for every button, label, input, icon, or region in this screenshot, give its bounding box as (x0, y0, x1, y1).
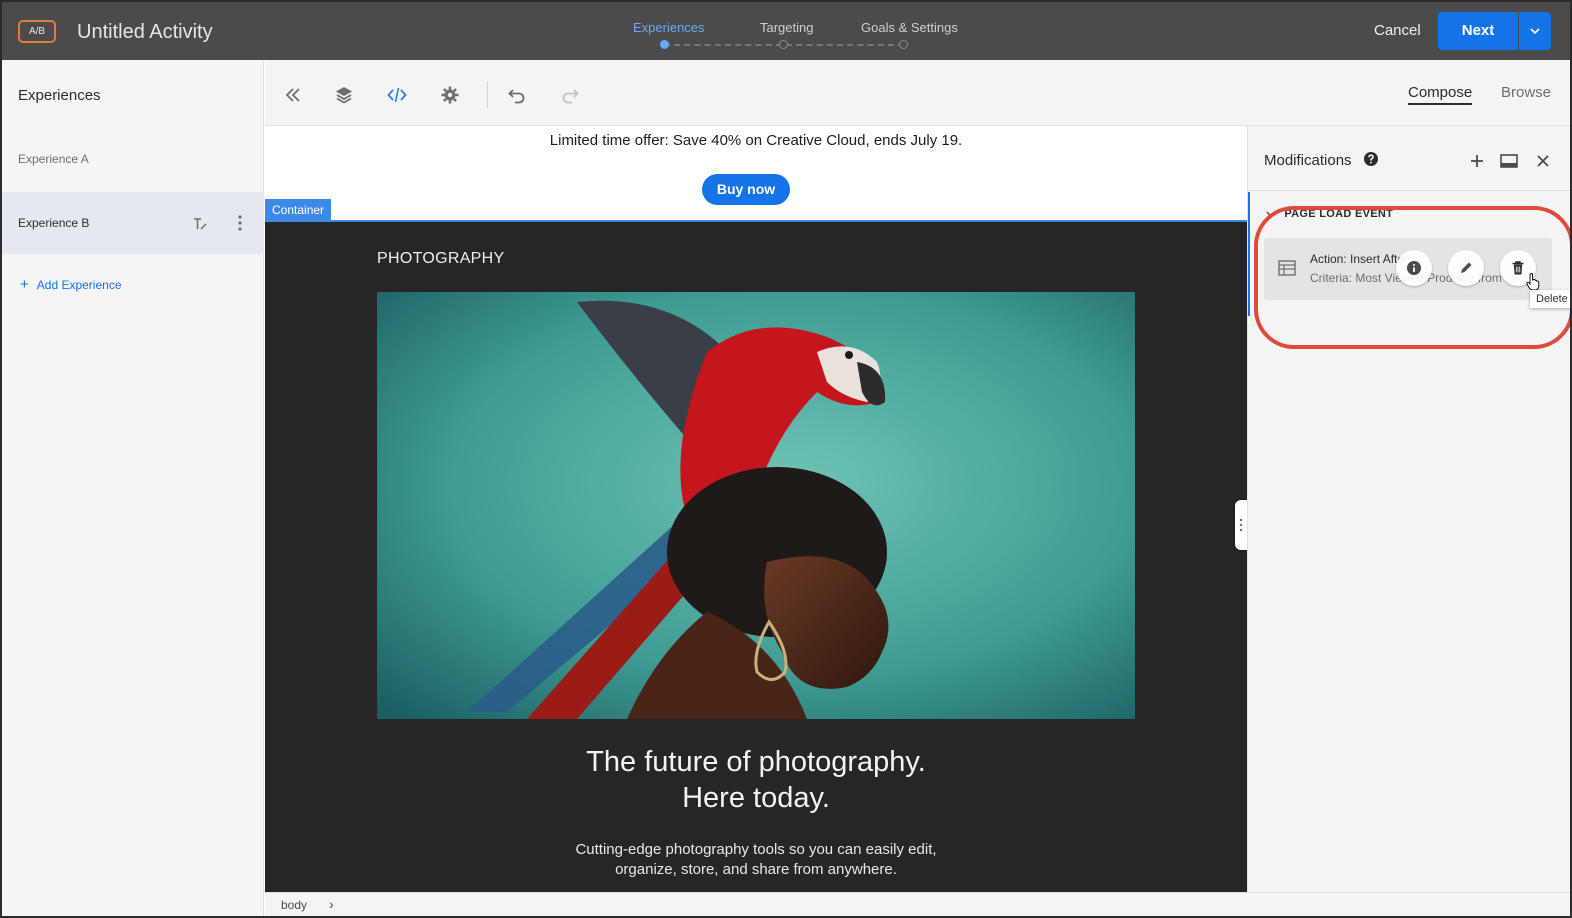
breadcrumb-body[interactable]: body (281, 898, 307, 912)
photography-section[interactable]: PHOTOGRAPHY The future of photography. H… (265, 220, 1247, 892)
experience-item-b[interactable]: Experience B (2, 192, 264, 254)
add-modification-icon[interactable] (1468, 152, 1486, 170)
hero-photo-illustration (377, 292, 1135, 719)
tab-browse[interactable]: Browse (1501, 84, 1551, 101)
activity-type-badge: A/B (18, 20, 56, 43)
editor-toolbar: Compose Browse (265, 60, 1570, 126)
activity-title[interactable]: Untitled Activity (77, 21, 213, 44)
panel-divider (1248, 190, 1570, 191)
plus-icon: + (20, 276, 29, 293)
step-targeting[interactable]: Targeting (760, 20, 813, 35)
buy-now-button[interactable]: Buy now (702, 174, 790, 205)
layers-icon[interactable] (334, 85, 354, 105)
help-icon[interactable] (1364, 152, 1378, 166)
toolbar-separator (487, 82, 488, 108)
experience-item-a[interactable]: Experience A (2, 128, 264, 190)
add-experience-label: Add Experience (36, 278, 122, 292)
step-dot-experiences (660, 40, 669, 49)
experience-label: Experience A (18, 152, 89, 166)
section-accent-bar (1248, 192, 1250, 316)
cancel-button[interactable]: Cancel (1366, 13, 1429, 49)
settings-icon[interactable] (440, 85, 460, 105)
modifications-title: Modifications (1264, 152, 1352, 169)
hero-subtitle: Cutting-edge photography tools so you ca… (265, 840, 1247, 880)
next-dropdown-button[interactable] (1519, 12, 1551, 50)
step-dot-targeting (779, 40, 788, 49)
hero-subtitle-line2: organize, store, and share from anywhere… (615, 861, 897, 878)
element-breadcrumb-bar: body › (265, 892, 1570, 916)
more-options-icon[interactable] (238, 215, 242, 231)
close-icon[interactable] (1534, 152, 1552, 170)
step-goals-settings[interactable]: Goals & Settings (861, 20, 958, 35)
next-button[interactable]: Next (1438, 12, 1518, 50)
code-icon[interactable] (387, 85, 407, 105)
experience-label: Experience B (18, 216, 90, 230)
step-dot-goals (899, 40, 908, 49)
panel-resize-handle[interactable] (1235, 500, 1247, 550)
top-bar: A/B Untitled Activity Experiences Target… (2, 2, 1570, 60)
dock-panel-icon[interactable] (1500, 152, 1518, 170)
section-label: PHOTOGRAPHY (377, 250, 505, 267)
app-frame: A/B Untitled Activity Experiences Target… (0, 0, 1572, 918)
redo-icon[interactable] (560, 85, 580, 105)
chevron-down-icon (1530, 28, 1540, 34)
workflow-steps: Experiences Targeting Goals & Settings (602, 2, 982, 60)
drag-handle-icon (1239, 518, 1243, 532)
add-experience-link[interactable]: + Add Experience (20, 276, 122, 293)
undo-icon[interactable] (507, 85, 527, 105)
hero-title-line1: The future of photography. (586, 746, 926, 778)
tab-compose[interactable]: Compose (1408, 84, 1473, 105)
rename-icon[interactable] (192, 216, 208, 232)
hero-title-line2: Here today. (682, 782, 830, 814)
hero-title: The future of photography. Here today. (265, 744, 1247, 816)
experiences-sidebar: Experiences Experience A Experience B + … (2, 60, 264, 916)
container-tag: Container (265, 199, 332, 221)
collapse-icon[interactable] (283, 85, 303, 105)
breadcrumb-arrow-icon[interactable]: › (329, 896, 334, 912)
annotation-highlight-circle (1254, 206, 1570, 349)
step-experiences[interactable]: Experiences (633, 20, 705, 35)
hero-image[interactable] (377, 292, 1135, 719)
sidebar-title: Experiences (18, 87, 101, 104)
hero-subtitle-line1: Cutting-edge photography tools so you ca… (575, 841, 937, 858)
page-canvas: Limited time offer: Save 40% on Creative… (265, 126, 1247, 892)
offer-banner-text: Limited time offer: Save 40% on Creative… (549, 132, 963, 149)
